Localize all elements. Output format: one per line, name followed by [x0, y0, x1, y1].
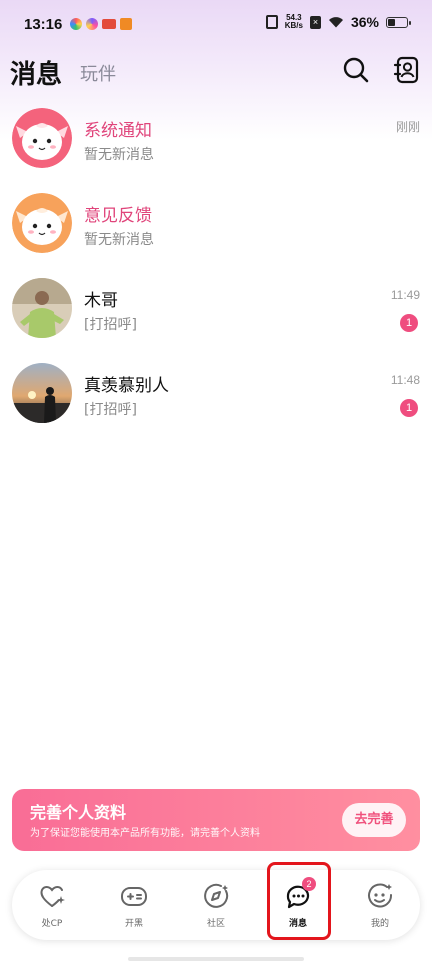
complete-profile-banner[interactable]: 完善个人资料 为了保证您能使用本产品所有功能，请完善个人资料 去完善 [12, 789, 420, 851]
contact-name: 意见反馈 [84, 206, 152, 226]
compass-icon [204, 883, 229, 908]
message-item-feedback[interactable]: 意见反馈 暂无新消息 [0, 185, 432, 270]
smile-face-icon [368, 883, 393, 908]
message-item-muge[interactable]: 木哥 [打招呼] 11:49 1 [0, 270, 432, 355]
nav-label: 开黑 [124, 919, 143, 929]
banner-subtitle: 为了保证您能使用本产品所有功能，请完善个人资料 [30, 828, 260, 839]
message-item-zhenxianmu[interactable]: 真羡慕别人 [打招呼] 11:48 1 [0, 355, 432, 440]
message-preview: 暂无新消息 [84, 147, 154, 163]
nav-label: 我的 [370, 919, 389, 929]
tab-messages[interactable]: 消息 [10, 54, 62, 91]
message-preview: [打招呼] [84, 317, 137, 333]
app-notification-icon [120, 18, 132, 30]
nav-item-community[interactable]: 社区 [186, 870, 246, 940]
message-preview: [打招呼] [84, 402, 137, 418]
battery-icon [386, 16, 411, 28]
app-notification-icon [86, 18, 98, 30]
selection-highlight-box [267, 862, 331, 940]
avatar [12, 363, 72, 423]
bottom-navigation: 处CP 开黑 社区 2 消息 我的 [12, 870, 420, 940]
mascot-avatar-icon [12, 193, 72, 253]
message-time: 11:49 [390, 288, 420, 302]
status-right: 54.3 KB/s × 36% [265, 14, 411, 30]
banner-title: 完善个人资料 [30, 803, 127, 822]
unread-badge: 1 [400, 314, 418, 332]
avatar [12, 108, 72, 168]
battery-percent: 36% [350, 14, 379, 30]
nav-item-cp[interactable]: 处CP [22, 870, 82, 940]
page-header: 消息 玩伴 [0, 50, 432, 94]
message-item-system-notice[interactable]: 系统通知 暂无新消息 刚刚 [0, 100, 432, 185]
message-preview: 暂无新消息 [84, 232, 154, 248]
network-speed-unit: KB/s [284, 21, 303, 30]
avatar [12, 278, 72, 338]
message-time: 11:48 [390, 373, 420, 387]
sunset-photo-avatar-icon [12, 363, 72, 423]
mascot-avatar-icon [12, 108, 72, 168]
heart-sparkle-icon [40, 886, 65, 907]
wifi-icon [328, 17, 343, 28]
app-notification-icon [70, 18, 82, 30]
unread-badge: 1 [400, 399, 418, 417]
message-time: 刚刚 [395, 120, 420, 134]
vibrate-icon [265, 15, 278, 29]
status-bar: 13:16 54.3 KB/s × 36% [0, 0, 432, 50]
nav-item-gaming[interactable]: 开黑 [104, 870, 164, 940]
notification-icons [70, 18, 132, 30]
sim-disabled-icon: × [309, 15, 321, 29]
contact-name: 真羡慕别人 [84, 376, 169, 396]
home-indicator[interactable] [128, 957, 304, 961]
message-list: 系统通知 暂无新消息 刚刚 意见反馈 暂无新消息 木哥 [打招呼] 11:49 … [0, 100, 432, 440]
search-icon[interactable] [342, 56, 370, 84]
contacts-icon[interactable] [393, 56, 419, 84]
network-speed: 54.3 KB/s [285, 14, 303, 30]
user-photo-avatar-icon [12, 278, 72, 338]
avatar [12, 193, 72, 253]
nav-label: 处CP [41, 919, 63, 929]
complete-profile-button[interactable]: 去完善 [342, 803, 406, 837]
nav-item-profile[interactable]: 我的 [350, 870, 410, 940]
nav-label: 社区 [206, 919, 225, 929]
battery-fill [388, 18, 396, 26]
tab-playmates[interactable]: 玩伴 [80, 60, 116, 86]
gamepad-icon [121, 887, 147, 906]
contact-name: 木哥 [84, 291, 118, 311]
contact-name: 系统通知 [84, 121, 152, 141]
status-time: 13:16 [24, 16, 63, 33]
app-notification-icon [102, 19, 116, 29]
